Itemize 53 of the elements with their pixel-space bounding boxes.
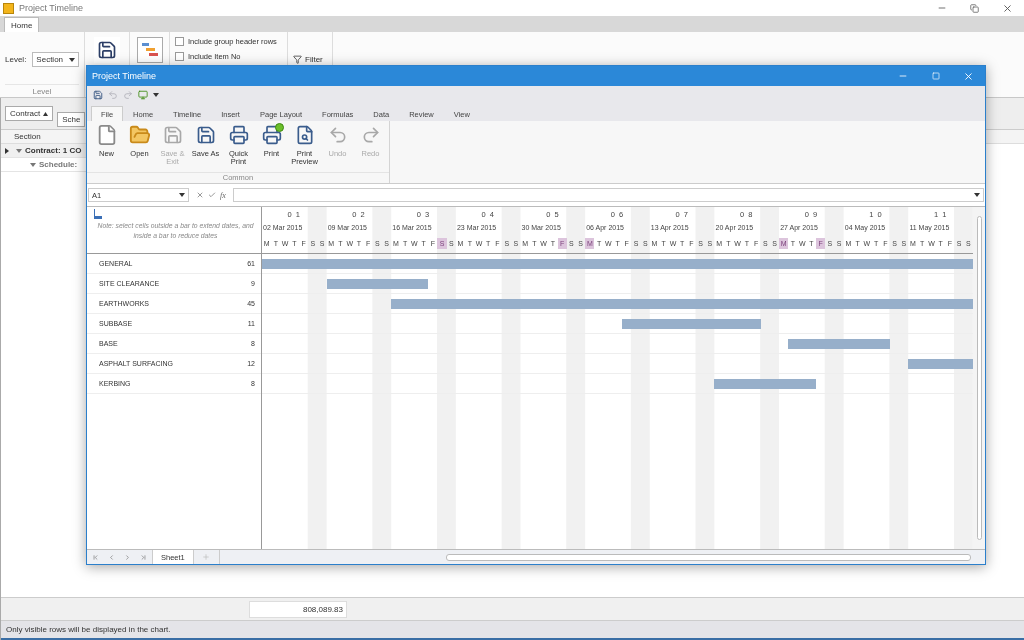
previous-sheet-icon[interactable] bbox=[107, 553, 115, 561]
monitor-icon[interactable] bbox=[138, 90, 148, 100]
task-bar[interactable] bbox=[908, 358, 973, 369]
app-logo-icon bbox=[3, 2, 14, 14]
ribbon-tab[interactable]: Home bbox=[4, 17, 40, 32]
dropdown-arrow-icon bbox=[974, 193, 980, 197]
vertical-scrollbar[interactable] bbox=[973, 207, 985, 549]
task-bar[interactable] bbox=[788, 338, 890, 349]
group-label: Level bbox=[32, 86, 52, 96]
task-bar[interactable] bbox=[714, 378, 816, 389]
task-bar[interactable] bbox=[262, 258, 973, 269]
insert-function-button[interactable]: fx bbox=[220, 190, 226, 200]
window-title: Project Timeline bbox=[19, 3, 84, 13]
plus-icon bbox=[202, 553, 211, 561]
filter-icon bbox=[293, 55, 302, 64]
group-row-label: Contract: 1 CO bbox=[25, 146, 82, 155]
collapse-arrow-icon[interactable] bbox=[13, 147, 25, 154]
level-label: Level: bbox=[5, 55, 27, 64]
dropdown-arrow-icon bbox=[179, 193, 185, 197]
total-field: 808,089.83 bbox=[249, 600, 347, 618]
group-row-label: Schedule: bbox=[39, 160, 78, 169]
last-sheet-icon[interactable] bbox=[140, 553, 148, 561]
group-row[interactable]: Contract: 1 CO bbox=[1, 144, 87, 158]
task-bar[interactable] bbox=[391, 298, 973, 309]
customize-arrow-icon[interactable] bbox=[153, 93, 159, 97]
group-by-chip[interactable]: Contract bbox=[5, 106, 54, 121]
collapse-arrow-icon[interactable] bbox=[27, 161, 39, 168]
current-row-icon bbox=[5, 147, 9, 154]
maximize-icon[interactable] bbox=[931, 72, 940, 80]
task-bar[interactable] bbox=[622, 318, 761, 329]
status-text: Only visible rows will be displayed in the chart. bbox=[6, 625, 171, 634]
first-sheet-icon[interactable] bbox=[91, 553, 99, 561]
window-title: Project Timeline bbox=[92, 71, 157, 81]
filter-button[interactable]: Filter bbox=[293, 55, 327, 64]
save-button[interactable] bbox=[94, 37, 120, 63]
task-bar[interactable] bbox=[326, 278, 429, 289]
selection-handle-icon[interactable] bbox=[94, 209, 102, 219]
save-icon bbox=[97, 40, 117, 60]
gantt-icon bbox=[140, 41, 159, 59]
save-icon[interactable] bbox=[93, 90, 103, 100]
formula-field[interactable] bbox=[232, 188, 984, 202]
horizontal-scrollbar[interactable] bbox=[446, 553, 971, 561]
enter-icon[interactable] bbox=[208, 191, 216, 199]
column-header[interactable]: Section bbox=[14, 132, 41, 141]
group-by-chip[interactable]: Sche bbox=[57, 112, 86, 127]
close-icon[interactable] bbox=[1002, 2, 1013, 14]
chart-button[interactable] bbox=[136, 37, 163, 63]
restore-icon[interactable] bbox=[970, 3, 979, 13]
next-sheet-icon[interactable] bbox=[124, 553, 132, 561]
cancel-icon[interactable] bbox=[196, 191, 204, 199]
level-dropdown[interactable]: Section bbox=[32, 52, 79, 67]
close-icon[interactable] bbox=[963, 70, 974, 82]
dropdown-arrow-icon bbox=[69, 57, 75, 62]
